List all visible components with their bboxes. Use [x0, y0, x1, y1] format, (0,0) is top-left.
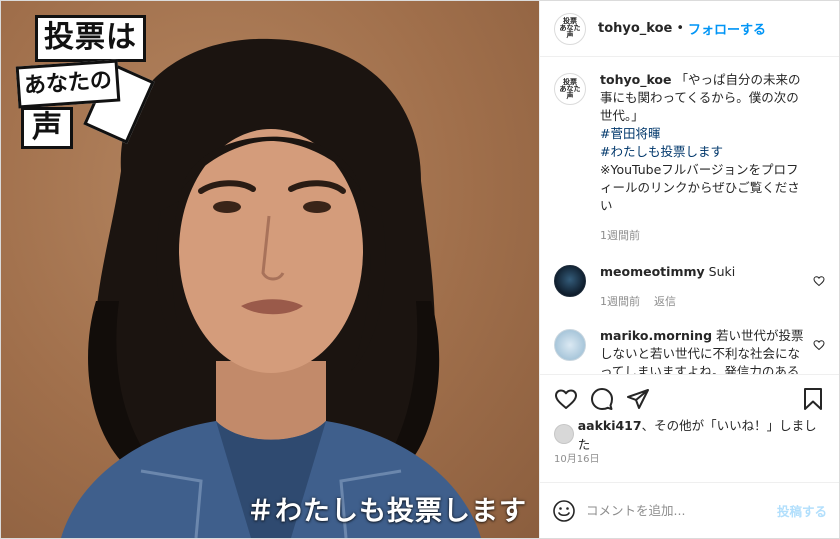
logo-text-line1: 投票は: [35, 15, 146, 62]
comment-username[interactable]: mariko.morning: [600, 328, 712, 343]
comment-like-heart-icon[interactable]: [813, 339, 825, 351]
caption-note: ※YouTubeフルバージョンをプロフィールのリンクからぜひご覧ください: [600, 162, 800, 213]
avatar-mini-logo: 投票 あなた声: [559, 17, 581, 39]
logo-text-line3: 声: [21, 107, 73, 149]
post-caption: 投票 あなた声 tohyo_koe 「やっぱ自分の未来の事にも関わってくるから。僕の…: [554, 71, 825, 245]
caption-username[interactable]: tohyo_koe: [600, 72, 672, 87]
avatar[interactable]: [554, 265, 586, 297]
comment-username[interactable]: meomeotimmy: [600, 264, 705, 279]
avatar-mini-logo: 投票 あなた声: [559, 77, 581, 100]
hashtag-link[interactable]: #わたしも投票します: [600, 143, 808, 161]
paper-plane-icon[interactable]: [626, 387, 650, 411]
smiley-icon[interactable]: [552, 499, 576, 523]
comment-time[interactable]: 1週間前: [600, 295, 640, 308]
comments-section: 投票 あなた声 tohyo_koe 「やっぱ自分の未来の事にも関わってくるから。僕の…: [540, 57, 839, 374]
header-username[interactable]: tohyo_koe: [598, 21, 672, 36]
campaign-logo: 投票は あなたの 声: [13, 13, 155, 149]
photo-caption-overlay: ＃わたしも投票します: [247, 496, 527, 527]
heart-icon[interactable]: [554, 387, 578, 411]
header-separator: •: [676, 21, 685, 36]
caption-body: tohyo_koe 「やっぱ自分の未来の事にも関わってくるから。僕の次の世代。」 …: [600, 71, 808, 245]
post-side-panel: 投票 あなた声 tohyo_koe • フォローする 投票 あなた声 tohyo_k…: [539, 1, 839, 538]
post-comment-button[interactable]: 投稿する: [777, 501, 827, 520]
add-comment-bar: 投稿する: [540, 482, 839, 538]
likes-summary: aakki417、その他が「いいね！」しました: [540, 418, 839, 452]
comment-input[interactable]: [586, 503, 777, 518]
post-photo[interactable]: 投票は あなたの 声 ＃わたしも投票します: [1, 1, 539, 538]
hashtag-link[interactable]: #菅田将暉: [600, 125, 808, 143]
post-date[interactable]: 10月16日: [540, 446, 839, 468]
post-header: 投票 あなた声 tohyo_koe • フォローする: [540, 1, 839, 57]
likes-username[interactable]: aakki417: [578, 418, 642, 433]
avatar[interactable]: [554, 424, 574, 444]
comment-text-block: mariko.morning 若い世代が投票しないと若い世代に不利な社会になってし…: [600, 327, 808, 374]
caption-meta: 1週間前: [600, 227, 808, 245]
follow-button[interactable]: フォローする: [688, 19, 766, 38]
comment-icon[interactable]: [590, 387, 614, 411]
logo-text-line2: あなたの: [15, 59, 121, 109]
instagram-post-window: 投票は あなたの 声 ＃わたしも投票します 投票 あなた声 tohyo_koe •…: [0, 0, 840, 539]
comment-meta: 1週間前 返信: [600, 293, 808, 311]
comment-item: mariko.morning 若い世代が投票しないと若い世代に不利な社会になってし…: [554, 327, 825, 374]
avatar[interactable]: [554, 329, 586, 361]
tohyo-koe-logo-icon[interactable]: 投票 あなた声: [554, 73, 586, 105]
comment-body: mariko.morning 若い世代が投票しないと若い世代に不利な社会になってし…: [600, 327, 808, 374]
comment-body: meomeotimmy Suki 1週間前 返信: [600, 263, 808, 311]
caption-time[interactable]: 1週間前: [600, 229, 640, 242]
comment-text: Suki: [708, 264, 736, 279]
comment-text-block: meomeotimmy Suki: [600, 263, 808, 281]
comment-item: meomeotimmy Suki 1週間前 返信: [554, 263, 825, 311]
comment-like-heart-icon[interactable]: [813, 275, 825, 287]
tohyo-koe-logo-icon[interactable]: 投票 あなた声: [554, 12, 586, 45]
reply-button[interactable]: 返信: [654, 295, 676, 308]
bookmark-icon[interactable]: [801, 387, 825, 411]
caption-text-block: tohyo_koe 「やっぱ自分の未来の事にも関わってくるから。僕の次の世代。」: [600, 71, 808, 125]
